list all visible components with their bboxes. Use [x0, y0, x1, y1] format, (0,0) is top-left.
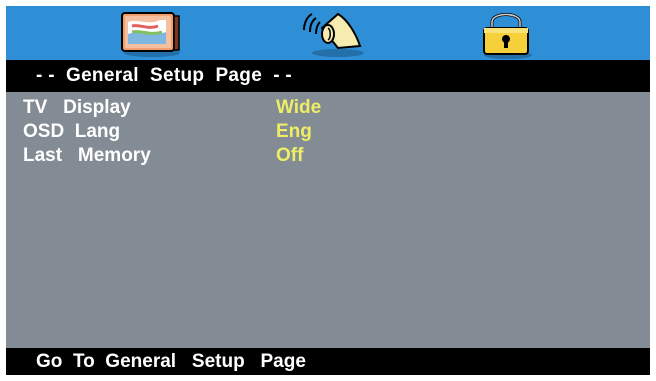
tab-password-setup[interactable]	[476, 8, 536, 60]
padlock-icon	[483, 13, 532, 59]
speaker-audio-icon	[303, 12, 364, 57]
settings-list: TV Display Wide OSD Lang Eng Last Memory…	[6, 92, 650, 348]
setup-menu-screen: - - General Setup Page - - TV Display Wi…	[6, 6, 650, 375]
setting-label: TV Display	[23, 97, 131, 118]
setting-row-tv-display[interactable]: TV Display Wide	[6, 96, 650, 120]
setting-value: Eng	[276, 121, 312, 142]
setup-tab-bar	[6, 6, 650, 60]
setting-value: Wide	[276, 97, 322, 118]
tab-audio-setup[interactable]	[298, 8, 368, 60]
setting-row-last-memory[interactable]: Last Memory Off	[6, 144, 650, 168]
page-title-bar: - - General Setup Page - -	[6, 60, 650, 92]
tv-display-icon	[121, 12, 180, 57]
page-title: - - General Setup Page - -	[36, 65, 293, 86]
status-text: Go To General Setup Page	[36, 351, 306, 372]
setting-row-osd-lang[interactable]: OSD Lang Eng	[6, 120, 650, 144]
setting-label: OSD Lang	[23, 121, 121, 142]
setting-label: Last Memory	[23, 145, 151, 166]
setting-value: Off	[276, 145, 304, 166]
status-bar: Go To General Setup Page	[6, 348, 650, 375]
tab-general-setup[interactable]	[114, 8, 186, 60]
